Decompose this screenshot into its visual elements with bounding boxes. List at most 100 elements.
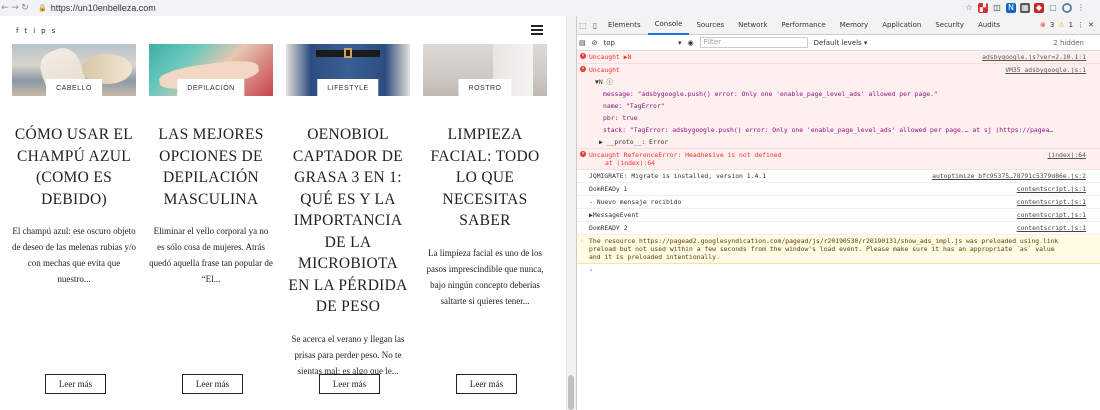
source-link[interactable]: contentscript.js:1 <box>1017 185 1086 193</box>
post-excerpt: El champú azul: ese oscuro objeto de des… <box>12 226 136 284</box>
read-more-button[interactable]: Leer más <box>319 374 380 394</box>
post-excerpt: La limpieza facial es uno de los pasos i… <box>426 247 544 306</box>
inspect-element-icon[interactable]: ⬚ <box>577 21 589 30</box>
filter-input[interactable]: Filter <box>699 37 808 48</box>
console-log[interactable]: JQMIGRATE: Migrate is installed, version… <box>577 170 1100 183</box>
extension-icon[interactable]: ◫ <box>992 3 1002 13</box>
stack-line[interactable]: at (index):64 <box>605 159 655 167</box>
bookmark-star-icon[interactable]: ☆ <box>964 3 974 13</box>
source-link[interactable]: adsbygoogle.js?ver=2.10.1:1 <box>982 53 1086 61</box>
post-title[interactable]: LIMPIEZA FACIAL: TODO LO QUE NECESITAS S… <box>423 124 547 232</box>
console-log[interactable]: - Nuevo mensaje recibido contentscript.js… <box>577 196 1100 209</box>
twitter-icon[interactable]: t <box>24 27 27 35</box>
sidebar-toggle-icon[interactable]: ▤ <box>579 39 586 47</box>
read-more-button[interactable]: Leer más <box>456 374 517 394</box>
extension-icon[interactable]: ▞ <box>978 3 988 13</box>
post-title[interactable]: OENOBIOL CAPTADOR DE GRASA 3 EN 1: QUÉ E… <box>286 124 410 318</box>
message-text: ▼N ⓘ <box>595 78 613 86</box>
extension-icon[interactable]: ▢ <box>1048 3 1058 13</box>
message-text: ▶ __proto__: Error <box>599 138 669 146</box>
forward-button[interactable]: → <box>10 3 20 13</box>
post-card: ROSTRO LIMPIEZA FACIAL: TODO LO QUE NECE… <box>423 44 547 309</box>
tab-console[interactable]: Console <box>647 16 690 35</box>
console-log[interactable]: DomREADY 2 contentscript.js:1 <box>577 222 1100 235</box>
post-excerpt: Se acerca el verano y llegan las prisas … <box>291 333 405 376</box>
post-excerpt: Eliminar el vello corporal ya no es sólo… <box>149 226 273 284</box>
hamburger-menu-icon[interactable] <box>531 25 543 35</box>
object-property: message: "adsbygoogle.push() error: Only… <box>577 88 1100 100</box>
source-link[interactable]: autoptimize_bfc95375…78791c5379d86e.js:2 <box>932 172 1086 180</box>
console-toolbar: ▤ ⊘ top ▾ ◉ Filter Default levels ▾ 2 hi… <box>577 35 1100 51</box>
website-viewport: f t i p s CABELLO CÓMO USAR EL CHAMPÚ AZ… <box>0 16 566 410</box>
post-card: DEPILACIÓN LAS MEJORES OPCIONES DE DEPIL… <box>149 44 273 287</box>
tab-memory[interactable]: Memory <box>833 16 875 35</box>
object-line[interactable]: ▼N ⓘ <box>577 76 1100 88</box>
settings-menu-icon[interactable]: ⋮ <box>1077 21 1084 29</box>
post-title[interactable]: LAS MEJORES OPCIONES DE DEPILACIÓN MASCU… <box>149 124 273 210</box>
source-link[interactable]: VM35 adsbygoogle.js:1 <box>1005 66 1086 74</box>
snapchat-icon[interactable]: s <box>52 27 56 35</box>
console-error[interactable]: × Uncaught VM35 adsbygoogle.js:1 <box>577 64 1100 76</box>
facebook-icon[interactable]: f <box>16 27 18 35</box>
issue-counts[interactable]: ⊗ 3 ⚠ 1 ⋮ ✕ <box>1040 21 1100 29</box>
tab-security[interactable]: Security <box>928 16 971 35</box>
error-count: 3 <box>1049 21 1055 29</box>
category-label[interactable]: ROSTRO <box>458 79 512 98</box>
tab-elements[interactable]: Elements <box>601 16 648 35</box>
category-label[interactable]: DEPILACIÓN <box>177 79 245 98</box>
lock-icon: 🔒 <box>38 5 47 12</box>
post-card: CABELLO CÓMO USAR EL CHAMPÚ AZUL (COMO E… <box>12 44 136 287</box>
message-text: stack: "TagError: adsbygoogle.push() err… <box>603 126 1054 134</box>
tab-audits[interactable]: Audits <box>971 16 1007 35</box>
console-log[interactable]: DomREADy 1 contentscript.js:1 <box>577 183 1100 196</box>
pinterest-icon[interactable]: p <box>41 27 45 35</box>
warning-count: 1 <box>1068 21 1074 29</box>
post-title[interactable]: CÓMO USAR EL CHAMPÚ AZUL (COMO ES DEBIDO… <box>12 124 136 210</box>
log-levels-dropdown[interactable]: Default levels ▾ <box>814 39 868 47</box>
object-property: stack: "TagError: adsbygoogle.push() err… <box>577 124 1100 136</box>
address-bar[interactable]: 🔒 https://un10enbelleza.com <box>34 1 964 15</box>
source-link[interactable]: contentscript.js:1 <box>1017 224 1086 232</box>
extension-icon[interactable]: ▦ <box>1020 3 1030 13</box>
console-error[interactable]: × Uncaught ▶N adsbygoogle.js?ver=2.10.1:1 <box>577 51 1100 64</box>
page-scrollbar[interactable] <box>566 16 576 410</box>
tab-application[interactable]: Application <box>875 16 928 35</box>
console-warning[interactable]: ⚠ The resource https://pagead2.googlesynd… <box>577 235 1100 264</box>
read-more-button[interactable]: Leer más <box>45 374 106 394</box>
clear-console-icon[interactable]: ⊘ <box>592 39 598 47</box>
context-value: top <box>603 38 615 47</box>
console-log[interactable]: ▶MessageEvent contentscript.js:1 <box>577 209 1100 222</box>
scrollbar-thumb[interactable] <box>568 375 574 410</box>
back-button[interactable]: ← <box>0 3 10 13</box>
tab-network[interactable]: Network <box>731 16 774 35</box>
post-card: LIFESTYLE OENOBIOL CAPTADOR DE GRASA 3 E… <box>286 44 410 379</box>
extensions-bar: ☆ ▞ ◫ N ▦ ◆ ▢ ● ⋮ <box>964 3 1086 13</box>
browser-toolbar: ← → ↻ 🔒 https://un10enbelleza.com ☆ ▞ ◫ … <box>0 0 1100 16</box>
chevron-down-icon: ▾ <box>677 38 682 47</box>
message-text: JQMIGRATE: Migrate is installed, version… <box>589 172 766 180</box>
source-link[interactable]: contentscript.js:1 <box>1017 198 1086 206</box>
tab-performance[interactable]: Performance <box>774 16 832 35</box>
category-label[interactable]: LIFESTYLE <box>317 79 379 98</box>
message-text: - Nuevo mensaje recibido <box>589 198 682 206</box>
console-error[interactable]: × Uncaught ReferenceError: Headhesive is … <box>577 149 1100 170</box>
context-selector[interactable]: top ▾ <box>604 39 682 47</box>
source-link[interactable]: contentscript.js:1 <box>1017 211 1086 219</box>
extension-icon[interactable]: N <box>1006 3 1016 13</box>
avatar[interactable]: ● <box>1062 3 1072 13</box>
message-text: and it is preloaded intentionally. <box>589 253 720 261</box>
tab-sources[interactable]: Sources <box>689 16 731 35</box>
reload-button[interactable]: ↻ <box>20 3 30 13</box>
menu-dots-icon[interactable]: ⋮ <box>1076 3 1086 13</box>
devtools-tabbar: ⬚ ▯ Elements Console Sources Network Per… <box>577 16 1100 35</box>
read-more-button[interactable]: Leer más <box>182 374 243 394</box>
close-icon[interactable]: ✕ <box>1088 21 1094 29</box>
eye-icon[interactable]: ◉ <box>688 39 694 47</box>
instagram-icon[interactable]: i <box>33 27 35 35</box>
console-prompt[interactable]: › <box>577 264 1100 276</box>
category-label[interactable]: CABELLO <box>46 79 102 98</box>
device-toolbar-icon[interactable]: ▯ <box>589 21 601 30</box>
source-link[interactable]: (index):64 <box>1048 151 1086 159</box>
object-proto[interactable]: ▶ __proto__: Error <box>577 136 1100 149</box>
extension-icon[interactable]: ◆ <box>1034 3 1044 13</box>
